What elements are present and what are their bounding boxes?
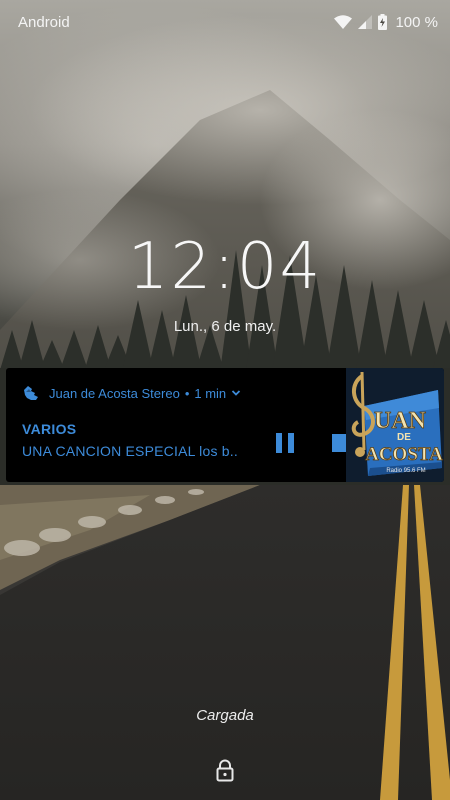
cell-signal-icon (358, 15, 373, 29)
chevron-down-icon[interactable] (230, 387, 242, 399)
battery-percentage: 100 % (395, 13, 438, 31)
media-notification[interactable]: Juan de Acosta Stereo • 1 min VARIOS UNA… (6, 368, 444, 482)
album-artwork-logo: UAN DE ACOSTA Radio 95.6 FM (346, 368, 444, 482)
app-icon (24, 386, 38, 400)
artwork-text-line3: ACOSTA (365, 444, 443, 465)
carrier-label: Android (18, 13, 70, 31)
notification-title: VARIOS (22, 421, 77, 437)
lockscreen-clock: 12:04 (127, 230, 323, 304)
artwork-text-footer: Radio 95.6 FM (386, 468, 425, 474)
artwork-text-line1: UAN (374, 408, 427, 434)
notification-header[interactable]: Juan de Acosta Stereo • 1 min (22, 384, 242, 402)
artwork-text-line2: DE (397, 432, 411, 443)
lock-icon[interactable] (213, 758, 237, 782)
lockscreen-date: Lun., 6 de may. (173, 318, 277, 335)
battery-charging-icon (378, 14, 388, 30)
notification-app-name: Juan de Acosta Stereo (49, 385, 180, 401)
notification-text: UNA CANCION ESPECIAL los b.. (22, 443, 238, 459)
pause-icon[interactable] (272, 430, 298, 456)
wifi-icon (334, 15, 353, 29)
charging-status: Cargada (196, 707, 254, 724)
status-bar: Android 100 % (0, 0, 450, 44)
notification-time: 1 min (194, 385, 227, 401)
notification-separator: • (184, 385, 190, 401)
status-icons: 100 % (334, 14, 438, 31)
